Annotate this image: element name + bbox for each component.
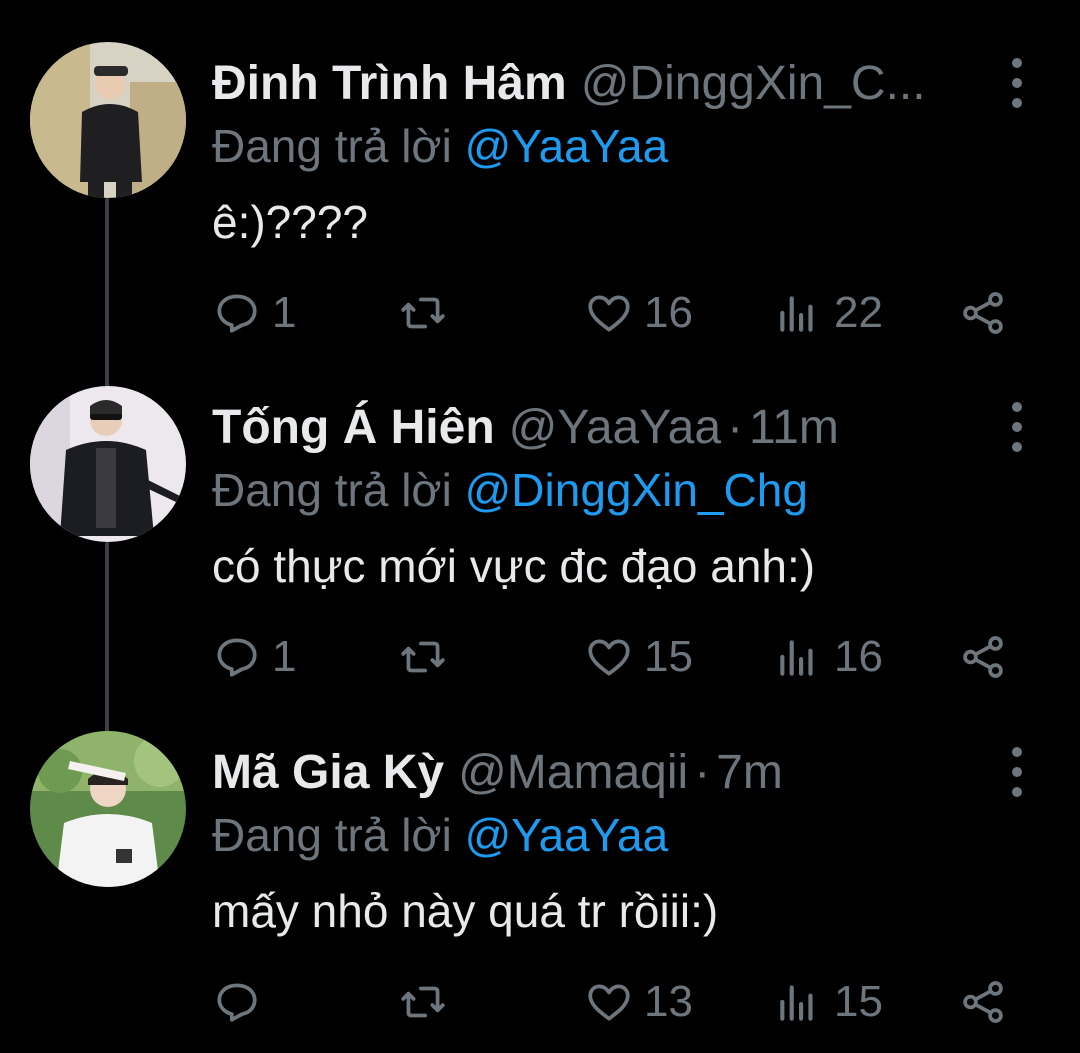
replying-to: Đang trả lời @YaaYaa [212, 116, 668, 176]
like-button[interactable]: 15 [584, 624, 693, 690]
avatar[interactable] [30, 386, 186, 542]
avatar-photo-icon [30, 42, 186, 198]
tweet[interactable]: Đinh Trình Hâm @DinggXin_C... Đang trả lờ… [0, 42, 1080, 342]
like-count: 13 [644, 977, 693, 1026]
mention-link[interactable]: @YaaYaa [465, 809, 669, 861]
display-name[interactable]: Đinh Trình Hâm [212, 57, 567, 110]
more-icon[interactable] [1004, 402, 1030, 458]
like-button[interactable]: 13 [584, 969, 693, 1035]
reply-button[interactable]: 1 [212, 280, 296, 346]
user-handle[interactable]: @Mamaqii [458, 746, 688, 799]
timestamp[interactable]: 11m [749, 401, 839, 454]
retweet-icon [401, 641, 445, 673]
share-button[interactable] [958, 969, 1008, 1035]
avatar-photo-icon [30, 386, 186, 542]
tweet-actions: 13 15 [0, 969, 1080, 1035]
display-name[interactable]: Tống Á Hiên [212, 401, 495, 454]
views-button[interactable]: 22 [774, 280, 883, 346]
avatar[interactable] [30, 42, 186, 198]
avatar[interactable] [30, 731, 186, 887]
share-button[interactable] [958, 280, 1008, 346]
like-icon [588, 295, 630, 332]
reply-icon [217, 294, 257, 333]
reply-icon [217, 983, 257, 1022]
avatar-photo-icon [30, 731, 186, 887]
reply-count: 1 [272, 632, 297, 681]
views-icon [780, 985, 813, 1021]
tweet-header: Mã Gia Kỳ @Mamaqii · 7m [212, 741, 990, 805]
tweet-actions: 1 15 16 [0, 624, 1080, 690]
retweet-icon [401, 986, 445, 1018]
view-count: 15 [834, 977, 883, 1026]
user-handle[interactable]: @YaaYaa [509, 401, 721, 454]
separator-dot: · [727, 401, 744, 454]
tweet-text: ê:)???? [212, 196, 369, 248]
reply-button[interactable] [212, 969, 272, 1035]
share-icon [963, 636, 1003, 678]
tweet[interactable]: Tống Á Hiên @YaaYaa · 11m Đang trả lời @Din… [0, 386, 1080, 686]
retweet-button[interactable] [398, 624, 458, 690]
reply-count: 1 [272, 288, 297, 337]
tweet-header: Đinh Trình Hâm @DinggXin_C... [212, 52, 990, 116]
share-icon [963, 292, 1003, 334]
more-icon[interactable] [1004, 58, 1030, 114]
reply-button[interactable]: 1 [212, 624, 296, 690]
retweet-icon [401, 297, 445, 329]
separator-dot: · [694, 746, 711, 799]
retweet-button[interactable] [398, 969, 458, 1035]
timestamp[interactable]: 7m [716, 746, 783, 799]
replying-to: Đang trả lời @DinggXin_Chg [212, 460, 808, 520]
views-button[interactable]: 16 [774, 624, 883, 690]
more-icon[interactable] [1004, 747, 1030, 803]
views-icon [780, 640, 813, 676]
replying-to-label: Đang trả lời [212, 809, 452, 861]
replying-to-label: Đang trả lời [212, 120, 452, 172]
like-button[interactable]: 16 [584, 280, 693, 346]
tweet-header: Tống Á Hiên @YaaYaa · 11m [212, 396, 990, 460]
views-button[interactable]: 15 [774, 969, 883, 1035]
view-count: 22 [834, 288, 883, 337]
replying-to-label: Đang trả lời [212, 464, 452, 516]
mention-link[interactable]: @DinggXin_Chg [465, 464, 808, 516]
like-icon [588, 984, 630, 1021]
retweet-button[interactable] [398, 280, 458, 346]
reply-thread: Đinh Trình Hâm @DinggXin_C... Đang trả lờ… [0, 0, 1080, 1053]
replying-to: Đang trả lời @YaaYaa [212, 805, 668, 865]
tweet-actions: 1 16 22 [0, 280, 1080, 346]
user-handle[interactable]: @DinggXin_C... [581, 57, 926, 110]
like-count: 15 [644, 632, 693, 681]
like-icon [588, 639, 630, 676]
display-name[interactable]: Mã Gia Kỳ [212, 746, 444, 799]
tweet[interactable]: Mã Gia Kỳ @Mamaqii · 7m Đang trả lời @YaaYa… [0, 731, 1080, 1031]
share-button[interactable] [958, 624, 1008, 690]
tweet-text: mấy nhỏ này quá tr rồiii:) [212, 885, 719, 937]
like-count: 16 [644, 288, 693, 337]
tweet-text: có thực mới vực đc đạo anh:) [212, 540, 816, 592]
views-icon [780, 296, 813, 332]
mention-link[interactable]: @YaaYaa [465, 120, 669, 172]
share-icon [963, 981, 1003, 1023]
view-count: 16 [834, 632, 883, 681]
reply-icon [217, 638, 257, 677]
